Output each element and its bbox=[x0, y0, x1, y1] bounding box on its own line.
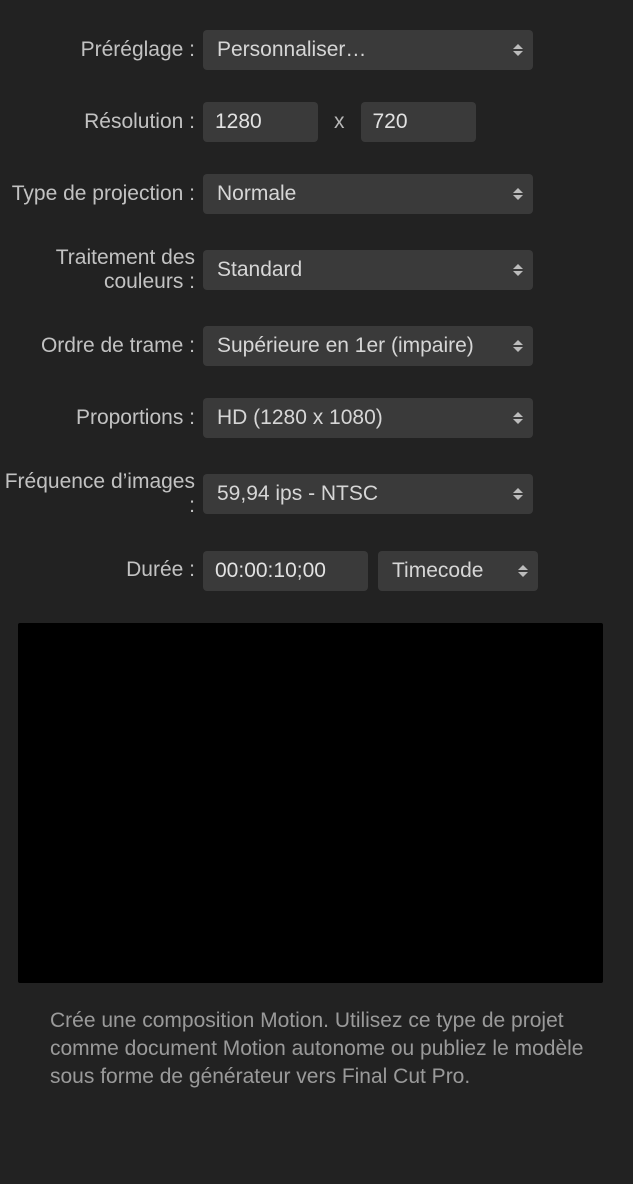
field-order-label: Ordre de trame : bbox=[0, 334, 203, 358]
resolution-width-input[interactable] bbox=[203, 102, 318, 142]
framerate-select[interactable]: 59,94 ips - NTSC bbox=[203, 474, 533, 514]
field-order-value: Supérieure en 1er (impaire) bbox=[217, 334, 474, 358]
preset-value: Personnaliser… bbox=[217, 38, 366, 62]
duration-mode-value: Timecode bbox=[392, 559, 483, 583]
aspect-ratio-value: HD (1280 x 1080) bbox=[217, 406, 383, 430]
stepper-icon bbox=[509, 402, 527, 434]
projection-type-value: Normale bbox=[217, 182, 296, 206]
projection-type-label: Type de projection : bbox=[0, 182, 203, 206]
color-processing-select[interactable]: Standard bbox=[203, 250, 533, 290]
project-description: Crée une composition Motion. Utilisez ce… bbox=[50, 1007, 593, 1092]
stepper-icon bbox=[509, 254, 527, 286]
stepper-icon bbox=[514, 555, 532, 587]
framerate-label: Fréquence d’images : bbox=[0, 470, 203, 518]
stepper-icon bbox=[509, 34, 527, 66]
stepper-icon bbox=[509, 478, 527, 510]
resolution-height-input[interactable] bbox=[361, 102, 476, 142]
stepper-icon bbox=[509, 330, 527, 362]
field-order-select[interactable]: Supérieure en 1er (impaire) bbox=[203, 326, 533, 366]
duration-input[interactable] bbox=[203, 551, 368, 591]
color-processing-label: Traitement des couleurs : bbox=[0, 246, 203, 294]
resolution-label: Résolution : bbox=[0, 110, 203, 134]
preview-area bbox=[18, 623, 603, 983]
color-processing-value: Standard bbox=[217, 258, 302, 282]
duration-mode-select[interactable]: Timecode bbox=[378, 551, 538, 591]
preset-select[interactable]: Personnaliser… bbox=[203, 30, 533, 70]
stepper-icon bbox=[509, 178, 527, 210]
framerate-value: 59,94 ips - NTSC bbox=[217, 482, 378, 506]
project-settings-panel: Préréglage : Personnaliser… Résolution :… bbox=[0, 0, 633, 1092]
duration-label: Durée : bbox=[0, 558, 203, 582]
projection-type-select[interactable]: Normale bbox=[203, 174, 533, 214]
preset-label: Préréglage : bbox=[0, 38, 203, 62]
aspect-ratio-select[interactable]: HD (1280 x 1080) bbox=[203, 398, 533, 438]
resolution-separator: x bbox=[328, 110, 351, 134]
aspect-ratio-label: Proportions : bbox=[0, 406, 203, 430]
